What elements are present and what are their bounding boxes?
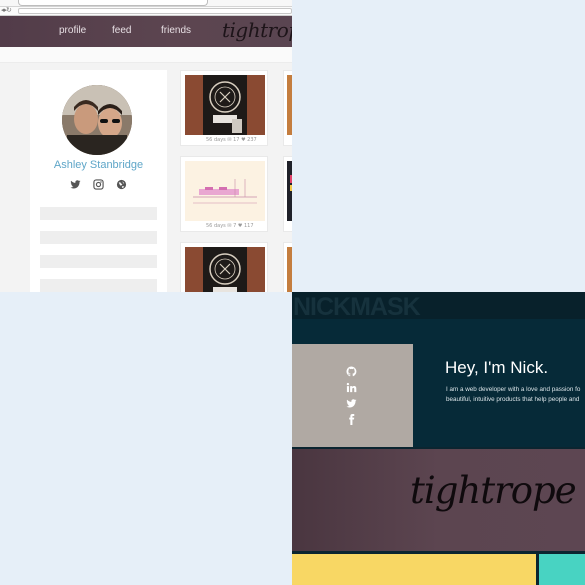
post-image[interactable]	[287, 161, 292, 221]
project-card-tightrope[interactable]: tightrope	[292, 449, 585, 551]
app-navbar: profile feed friends tightrope	[0, 16, 292, 47]
project-card[interactable]	[292, 554, 536, 585]
avatar[interactable]	[62, 85, 132, 155]
browser-address-bar: ◂▸↻	[0, 6, 292, 16]
twitter-icon[interactable]	[346, 396, 357, 408]
collage: ◂▸↻ profile feed friends tightrope	[0, 0, 585, 585]
instagram-icon[interactable]	[93, 177, 104, 190]
globe-icon[interactable]	[116, 177, 127, 190]
post-image[interactable]	[185, 247, 265, 292]
tightrope-app-screenshot: ◂▸↻ profile feed friends tightrope	[0, 0, 292, 292]
project-title: tightrope	[410, 469, 577, 512]
hero-greeting: Hey, I'm Nick.	[445, 358, 549, 377]
browser-tab-strip	[0, 0, 292, 7]
hero-bio-line: I am a web developer with a love and pas…	[446, 386, 581, 393]
post-tile[interactable]: 56 days ✉ 17 ♥ 237	[180, 70, 268, 146]
linkedin-icon[interactable]	[346, 380, 357, 393]
post-meta: 56 days ✉ 7 ♥ 117	[206, 223, 254, 229]
site-logo[interactable]: NICKMASK	[293, 293, 421, 322]
post-image[interactable]	[287, 247, 292, 292]
url-input[interactable]	[18, 8, 292, 14]
nav-link-friends[interactable]: friends	[161, 25, 191, 36]
twitter-icon[interactable]	[70, 177, 81, 189]
post-meta: 56 days ✉ 17 ♥ 237	[206, 137, 257, 143]
back-forward-icon[interactable]: ◂▸↻	[1, 6, 12, 14]
post-tile[interactable]	[283, 242, 292, 292]
placeholder-bar	[40, 279, 157, 292]
profile-socials	[30, 177, 167, 190]
post-tile[interactable]: 56 days ✉ 7 ♥ 117	[180, 156, 268, 232]
nav-link-feed[interactable]: feed	[112, 25, 131, 36]
nick-website-screenshot: NICKMASK Hey, I'm Nick. I am a web devel…	[292, 292, 585, 585]
project-card[interactable]	[539, 554, 585, 585]
post-image[interactable]	[185, 161, 265, 226]
brand-logo[interactable]: tightrope	[222, 18, 292, 42]
profile-photo	[292, 344, 413, 447]
post-image[interactable]	[287, 75, 292, 135]
post-tile[interactable]	[180, 242, 268, 292]
hero-bio-line: beautiful, intuitive products that help …	[446, 396, 580, 403]
post-image[interactable]	[185, 75, 265, 140]
facebook-icon[interactable]	[346, 412, 357, 425]
site-header: NICKMASK	[292, 292, 585, 322]
post-tile[interactable]	[283, 70, 292, 146]
placeholder-bar	[40, 231, 157, 244]
browser-tab[interactable]	[18, 0, 208, 6]
placeholder-bar	[40, 255, 157, 268]
post-tile[interactable]	[283, 156, 292, 232]
profile-card: Ashley Stanbridge	[30, 70, 167, 292]
placeholder-bar	[40, 207, 157, 220]
profile-name[interactable]: Ashley Stanbridge	[30, 159, 167, 171]
sub-header	[0, 47, 292, 63]
hero-bio: I am a web developer with a love and pas…	[446, 385, 585, 405]
nav-link-profile[interactable]: profile	[59, 25, 86, 36]
github-icon[interactable]	[346, 364, 357, 377]
